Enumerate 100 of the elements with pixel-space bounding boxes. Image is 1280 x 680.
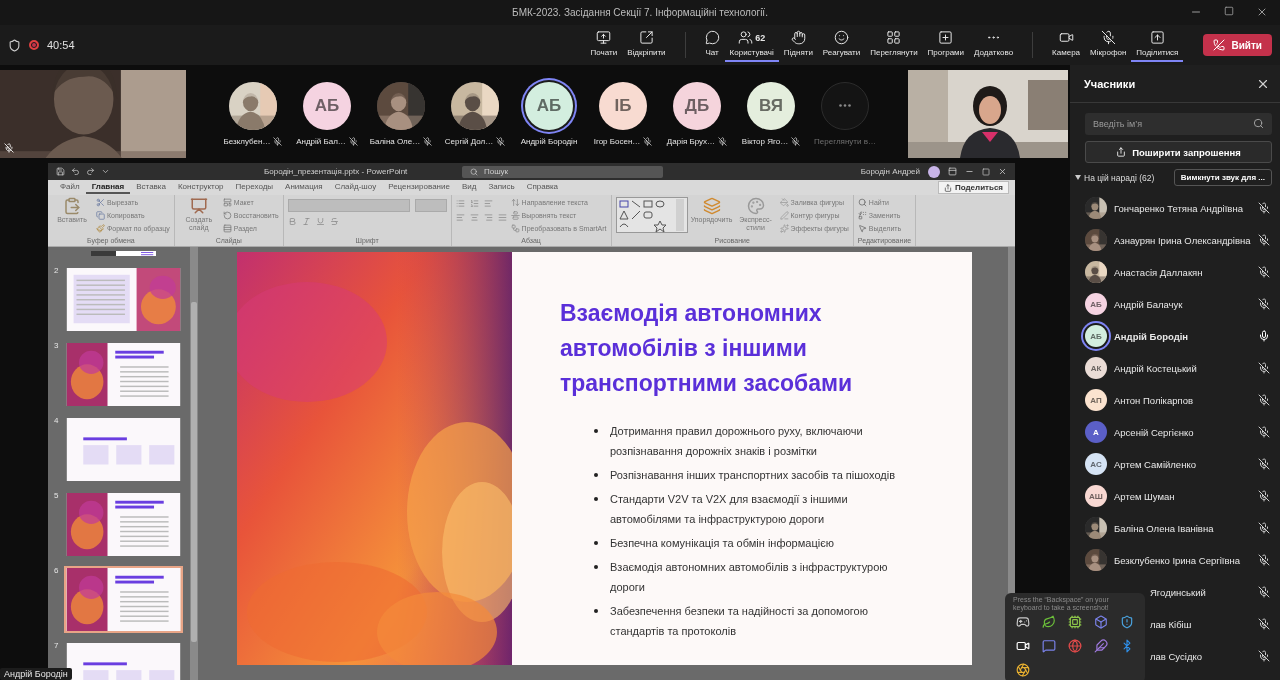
participant-name: Артем Шуман (1114, 490, 1176, 502)
toolbar-button[interactable]: Поділитися (1131, 28, 1184, 62)
shapes-gallery-drawing[interactable] (615, 197, 688, 233)
participant-name: Безклубенко Ірина Сергіївна (1114, 554, 1241, 566)
toolbar-button[interactable]: Камера (1047, 28, 1086, 62)
mic-off-icon (1258, 522, 1270, 534)
palette-icon (746, 197, 765, 215)
bullet-dot (594, 497, 598, 501)
hand-icon (790, 30, 806, 45)
slide-number: 5 (54, 491, 60, 500)
mic-off-icon (1258, 394, 1270, 406)
avatar: АШ (1085, 485, 1107, 507)
toolbar-button[interactable]: Реагувати (817, 28, 866, 62)
more-icon (839, 104, 851, 107)
align-icon (510, 211, 520, 220)
maximize-icon[interactable] (982, 167, 990, 176)
mic-off-icon (718, 136, 728, 146)
toolbar-button[interactable]: Відкріпити (622, 28, 671, 62)
toolbar-button[interactable]: Підняти (778, 28, 818, 62)
share-button[interactable]: Поделиться (938, 181, 1009, 194)
size-field[interactable] (414, 199, 447, 212)
mic-off-icon (1258, 458, 1270, 470)
search-icon (470, 167, 478, 176)
ribbon-display-icon[interactable] (948, 167, 957, 176)
document-title: Бородін_презентація.pptx - PowerPoint (264, 167, 409, 176)
mic-off-icon (1258, 298, 1270, 310)
avatar: А (1085, 421, 1107, 443)
ribbon-tab[interactable]: Справка (520, 181, 565, 194)
mute-all-button[interactable]: Вимкнути звук для ... (1173, 169, 1272, 186)
slide-thumbnail[interactable] (64, 566, 183, 633)
slide-number: 4 (54, 416, 60, 425)
ribbon-tab[interactable]: Конструктор (171, 181, 230, 194)
section-icon (222, 224, 232, 233)
redo-icon[interactable] (86, 167, 95, 176)
customize-icon[interactable] (101, 167, 110, 176)
ribbon-tab[interactable]: Анимация (279, 181, 329, 194)
bullet-text: Стандарти V2V та V2X для взаємодії з іншими автомобілями та інфраструктурою дороги (610, 492, 849, 527)
slide-icon (189, 197, 208, 215)
toolbar-button[interactable]: 62 Користувачі (724, 28, 779, 62)
mic-off-icon (1258, 426, 1270, 438)
reset-icon (222, 211, 232, 220)
close-icon[interactable] (998, 167, 1007, 176)
search-field[interactable]: Пошук (462, 165, 663, 178)
font-field[interactable] (287, 199, 410, 212)
maximize-icon[interactable] (1224, 6, 1234, 16)
leaf-icon (1042, 615, 1056, 629)
leave-button[interactable]: Вийти (1203, 34, 1272, 56)
mic-off-icon (1100, 30, 1116, 45)
slide-number: 6 (54, 566, 60, 575)
section-toggle[interactable]: На цій нараді (62) (1075, 172, 1155, 183)
sparkle-icon (779, 224, 789, 233)
mic-off-icon (1258, 234, 1270, 246)
close-icon[interactable] (1256, 6, 1268, 18)
participant-name: Азнаурян Ірина Олександрівна (1114, 234, 1251, 246)
ribbon-tab[interactable]: Слайд-шоу (328, 181, 383, 194)
toolbar-button[interactable]: Переглянути (865, 28, 923, 62)
avatar: АБ (525, 81, 573, 130)
gamepad-icon (1016, 615, 1030, 629)
mic-off-icon (348, 136, 358, 146)
ribbon-tab[interactable]: Вставка (130, 181, 172, 194)
ribbon-tab[interactable]: Запись (482, 181, 521, 194)
participant-name: Андрій Балачук (1114, 298, 1184, 310)
undo-icon[interactable] (71, 167, 80, 176)
mic-off-icon (4, 142, 14, 153)
bullet-text: Розпізнавання інших транспортних засобів та пішоходів (610, 468, 895, 483)
participant-name: Безклубен… (223, 136, 271, 146)
ribbon-tab[interactable]: Рецензирование (382, 181, 456, 194)
shield-icon (1120, 615, 1134, 629)
avatar: ВЯ (747, 81, 795, 130)
invite-button[interactable]: Поширити запрошення (1085, 141, 1272, 163)
view-all-link[interactable]: Переглянути в… (814, 136, 876, 146)
plus-icon (938, 30, 954, 45)
text-direction-icon (510, 198, 520, 207)
toolbar-button[interactable]: Мікрофон (1085, 28, 1132, 62)
participant-name: Гончаренко Тетяна Андріївна (1114, 202, 1244, 214)
ribbon-tab[interactable]: Файл (54, 181, 86, 194)
aperture-icon (1016, 663, 1030, 677)
slide-thumbnail[interactable] (64, 491, 183, 558)
search-icon (857, 198, 867, 207)
slide-thumbnail[interactable] (64, 416, 183, 483)
bullet-text: Дотримання правил дорожнього руху, включаючи розпізнавання дорожніх знаків і розмітки (610, 424, 864, 459)
save-icon[interactable] (56, 167, 65, 176)
avatar: АБ (303, 81, 351, 130)
toolbar-button[interactable]: Програми (922, 28, 970, 62)
slide-thumbnail[interactable] (64, 266, 183, 333)
mic-off-icon (423, 136, 433, 146)
ribbon-tab[interactable]: Вид (455, 181, 483, 194)
slide-thumbnail[interactable] (64, 341, 183, 408)
bullet-text: Взаємодія автономних автомобілів з інфраструктурою дороги (610, 560, 889, 595)
user-name: Бородін Андрей (860, 167, 920, 176)
meeting-timer: 40:54 (47, 39, 75, 51)
search-field[interactable]: Введіть ім’я (1085, 113, 1272, 135)
avatar: АС (1085, 453, 1107, 475)
window-title: БМК-2023. Засідання Секції 7. Інформаційні технології. (512, 7, 768, 18)
ribbon-tab[interactable]: Переходы (229, 181, 280, 194)
participant-name: Віктор Яго… (741, 136, 789, 146)
toolbar-button[interactable]: Додатково (969, 28, 1019, 62)
people-icon (738, 30, 754, 45)
toolbar-button[interactable]: Чат (699, 28, 725, 62)
toolbar-button[interactable]: Почати (585, 28, 623, 62)
